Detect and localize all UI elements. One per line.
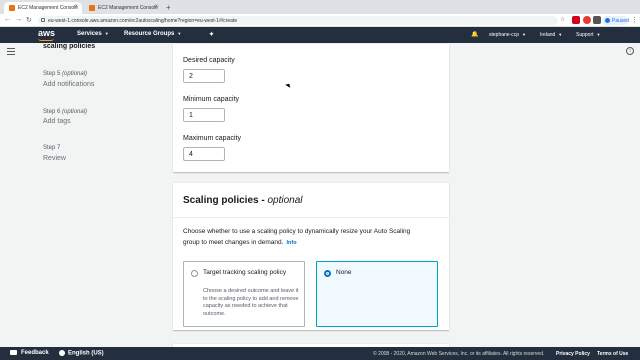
caret-down-icon: ▼ — [558, 32, 563, 37]
profile-avatar-icon — [605, 18, 610, 23]
caret-down-icon: ▼ — [596, 32, 601, 37]
support-menu[interactable]: Support ▼ — [576, 32, 600, 38]
caret-down-icon: ▼ — [104, 31, 109, 36]
info-link[interactable]: Info — [286, 240, 296, 246]
extension-icon[interactable] — [572, 16, 580, 24]
star-icon[interactable]: ☆ — [560, 16, 565, 23]
tab-label: EC2 Management Console — [98, 5, 159, 11]
bell-icon[interactable]: 🔔 — [471, 31, 478, 38]
caret-down-icon: ▼ — [177, 31, 182, 36]
desired-capacity-label: Desired capacity — [183, 57, 235, 64]
globe-icon — [59, 350, 65, 356]
divider — [173, 217, 449, 218]
resource-groups-menu[interactable]: Resource Groups ▼ — [124, 31, 181, 37]
forward-icon[interactable]: → — [15, 16, 22, 23]
step-number: Step 6 (optional) — [43, 109, 88, 115]
radio-button[interactable] — [191, 270, 198, 277]
aws-nav-bar: aws Services ▼ Resource Groups ▼ ✦ 🔔 steph… — [0, 27, 640, 43]
paused-label: Paused — [612, 18, 629, 24]
pin-icon[interactable]: ✦ — [209, 31, 214, 38]
extension-icon[interactable] — [583, 16, 591, 24]
current-step-title: scaling policies — [43, 43, 96, 50]
chat-icon — [10, 350, 17, 355]
reload-icon[interactable]: ↻ — [26, 16, 32, 24]
option-title: Target tracking scaling policy — [203, 269, 287, 276]
copyright-text: © 2008 - 2020, Amazon Web Services, Inc.… — [373, 351, 545, 357]
scaling-policies-panel: Scaling policies - optional Choose wheth… — [173, 182, 449, 330]
info-icon[interactable]: i — [626, 47, 634, 55]
back-icon[interactable]: ← — [4, 16, 11, 23]
console-footer: Feedback English (US) © 2008 - 2020, Ama… — [0, 347, 640, 360]
feedback-button[interactable]: Feedback — [10, 350, 49, 356]
target-tracking-option[interactable]: Target tracking scaling policy Choose a … — [183, 261, 305, 327]
aws-favicon-icon — [9, 5, 15, 11]
scaling-policies-description: Choose whether to use a scaling policy t… — [183, 228, 411, 246]
option-title: None — [336, 269, 352, 276]
terms-of-use-link[interactable]: Terms of Use — [597, 351, 628, 357]
url-text: eu-west-1.console.aws.amazon.com/ec2auto… — [48, 18, 238, 24]
scaling-policies-title: Scaling policies - optional — [183, 195, 303, 206]
address-bar: ← → ↻ eu-west-1.console.aws.amazon.com/e… — [0, 14, 640, 27]
region-menu[interactable]: Ireland ▼ — [540, 32, 562, 38]
lock-icon — [41, 18, 45, 22]
account-menu[interactable]: stephane-ccp ▼ — [489, 32, 526, 38]
browser-tab-bar: EC2 Management Console × EC2 Management … — [0, 0, 640, 14]
services-menu[interactable]: Services ▼ — [77, 31, 109, 37]
aws-logo[interactable]: aws — [38, 28, 55, 38]
maximum-capacity-input[interactable]: 4 — [183, 147, 225, 161]
radio-button-selected[interactable] — [324, 270, 331, 277]
browser-tab-active[interactable]: EC2 Management Console × — [4, 2, 82, 14]
browser-tab[interactable]: EC2 Management Console × — [84, 2, 162, 14]
none-option[interactable]: None — [316, 261, 438, 327]
tab-label: EC2 Management Console — [18, 5, 79, 11]
extension-icon[interactable] — [593, 16, 601, 24]
step-link-add-tags[interactable]: Add tags — [43, 118, 71, 125]
language-selector[interactable]: English (US) — [59, 350, 104, 357]
side-nav-toggle-icon[interactable] — [7, 48, 15, 57]
minimum-capacity-label: Minimum capacity — [183, 96, 240, 103]
aws-favicon-icon — [89, 5, 95, 11]
option-description: Choose a desired outcome and leave it to… — [203, 288, 299, 317]
close-icon[interactable]: × — [154, 4, 158, 10]
caret-down-icon: ▼ — [522, 32, 526, 37]
step-number: Step 5 (optional) — [43, 71, 88, 77]
close-icon[interactable]: × — [74, 4, 78, 10]
maximum-capacity-label: Maximum capacity — [183, 135, 241, 142]
new-tab-icon[interactable]: + — [166, 3, 171, 12]
profile-paused-button[interactable]: Paused — [602, 16, 629, 25]
url-field[interactable]: eu-west-1.console.aws.amazon.com/ec2auto… — [38, 16, 558, 25]
privacy-policy-link[interactable]: Privacy Policy — [556, 351, 590, 357]
step-number: Step 7 — [43, 145, 61, 151]
group-size-panel: Desired capacity 2 Minimum capacity 1 Ma… — [173, 43, 449, 172]
step-link-review[interactable]: Review — [43, 155, 66, 162]
minimum-capacity-input[interactable]: 1 — [183, 108, 225, 122]
desired-capacity-input[interactable]: 2 — [183, 69, 225, 83]
menu-kebab-icon[interactable]: ⋮ — [631, 16, 638, 24]
step-link-add-notifications[interactable]: Add notifications — [43, 81, 94, 88]
aws-smile-icon — [38, 38, 54, 41]
